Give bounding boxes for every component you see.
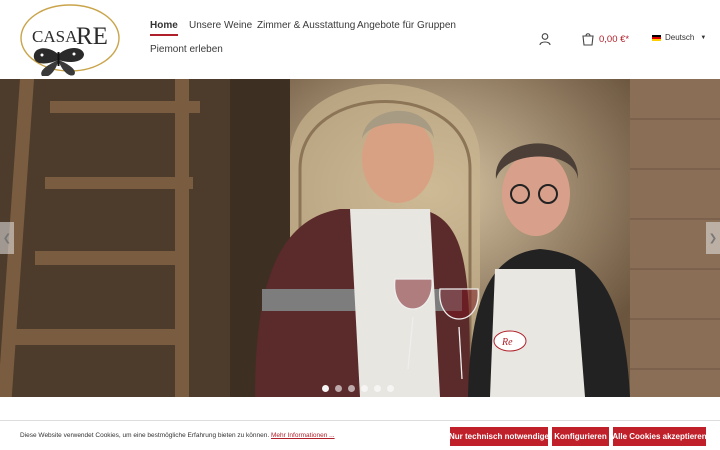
nav-home[interactable]: Home [150,20,178,36]
cookie-necessary-button[interactable]: Nur technisch notwendige [449,427,549,446]
cookie-more-info-link[interactable]: Mehr Informationen ... [271,432,335,439]
apron-logo: Re [501,337,513,348]
slider-dot-1[interactable] [322,385,329,392]
cookie-banner: Diese Website verwendet Cookies, um eine… [0,420,720,450]
hero-slider: Re ❮ ❯ [0,79,720,397]
slider-dot-3[interactable] [348,385,355,392]
slider-dot-5[interactable] [374,385,381,392]
language-label: Deutsch [665,33,695,42]
nav-unsere-weine[interactable]: Unsere Weine [189,20,252,31]
language-selector[interactable]: Deutsch ▼ [652,33,706,42]
cookie-accept-all-button[interactable]: Alle Cookies akzeptieren [612,427,707,446]
slider-prev-button[interactable]: ❮ [0,222,14,254]
cookie-configure-button[interactable]: Konfigurieren [552,427,609,446]
cart-total[interactable]: 0,00 €* [599,34,629,45]
shopping-bag-icon[interactable] [581,32,595,46]
nav-angebote-gruppen[interactable]: Angebote für Gruppen [357,20,456,31]
cookie-message: Diese Website verwendet Cookies, um eine… [20,432,270,439]
site-header: CASA RE Home Unsere Weine Zimmer & Ausst… [0,0,720,79]
logo-text-casa: CASA [32,27,78,46]
slider-dot-6[interactable] [387,385,394,392]
chevron-left-icon: ❮ [2,232,12,244]
chevron-right-icon: ❯ [708,232,718,244]
hero-photo: Re [0,79,720,397]
slider-next-button[interactable]: ❯ [706,222,720,254]
slider-dot-4[interactable] [361,385,368,392]
user-icon[interactable] [538,32,552,46]
caret-down-icon: ▼ [700,34,707,41]
casa-re-logo[interactable]: CASA RE [18,2,122,77]
slider-dot-2[interactable] [335,385,342,392]
nav-piemont-erleben[interactable]: Piemont erleben [150,44,223,55]
logo-text-re: RE [76,23,108,50]
nav-zimmer-ausstattung[interactable]: Zimmer & Ausstattung [257,20,355,31]
german-flag-icon [652,34,661,41]
slider-dots [322,385,394,392]
